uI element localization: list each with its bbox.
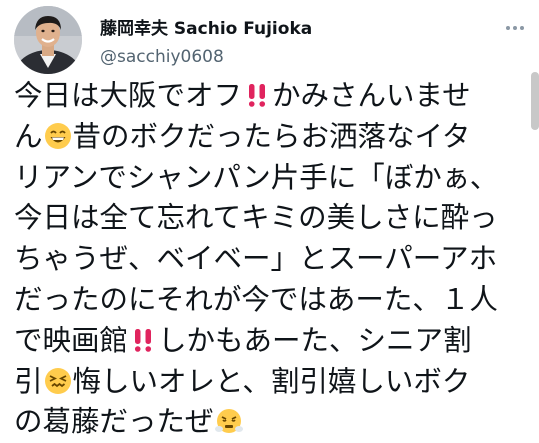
tweet-line: 今日は全て忘れてキミの美しさに酔っ: [14, 201, 498, 235]
tweet-line: 今日は大阪でオフ かみさんいませ: [14, 76, 526, 117]
tweet-line: で映画館 しかもあーた、シニア割: [14, 321, 526, 362]
tweet-line: ん昔のボクだったらお洒落なイタ: [14, 117, 526, 158]
double-exclamation-icon: [129, 326, 157, 354]
display-name[interactable]: 藤岡幸夫 Sachio Fujioka: [100, 14, 312, 39]
scrollbar-thumb[interactable]: [531, 72, 539, 130]
tweet-line: だったのにそれが今ではあーた、１人: [14, 282, 498, 316]
tweet-text-segment: しかもあーた、シニア割: [158, 323, 472, 357]
face-with-steam-icon: [214, 407, 243, 435]
tweet-text-segment: で映画館: [14, 323, 129, 357]
tweet-text: 今日は大阪でオフ かみさんいませ ん昔のボクだったらお洒落なイタ リアンでシャンパ…: [14, 76, 526, 443]
tweet-text-segment: 悔しいオレと、割引嬉しいボク: [72, 364, 471, 398]
tweet-line: リアンでシャンパン片手に「ぼかぁ、: [14, 160, 499, 194]
avatar[interactable]: [14, 6, 82, 74]
tweet-text-segment: の葛藤だったぜ: [14, 405, 214, 439]
tweet-line: ちゃうぜ、ベイベー」とスーパーアホ: [14, 242, 498, 276]
double-exclamation-icon: [243, 81, 271, 109]
tweet-text-segment: 昔のボクだったらお洒落なイタ: [72, 119, 471, 153]
tweet-text-segment: かみさんいませ: [272, 79, 471, 112]
tweet-text-segment: ん: [14, 119, 43, 153]
tweet-line: 引悔しいオレと、割引嬉しいボク: [14, 362, 526, 403]
user-handle[interactable]: @sacchiy0608: [100, 47, 224, 67]
grinning-face-icon: [44, 122, 72, 150]
persevering-face-icon: [44, 367, 72, 395]
tweet-text-segment: 引: [14, 364, 43, 398]
tweet-card: 藤岡幸夫 Sachio Fujioka @sacchiy0608 今日は大阪でオ…: [0, 0, 539, 438]
more-options-button[interactable]: [500, 18, 530, 38]
more-options-icon-dot: [513, 26, 517, 30]
avatar-photo: [14, 6, 82, 74]
more-options-icon-dot: [520, 26, 524, 30]
more-options-icon: [506, 26, 510, 30]
tweet-text-segment: 今日は大阪でオフ: [14, 79, 243, 112]
tweet-line: の葛藤だったぜ: [14, 402, 526, 443]
